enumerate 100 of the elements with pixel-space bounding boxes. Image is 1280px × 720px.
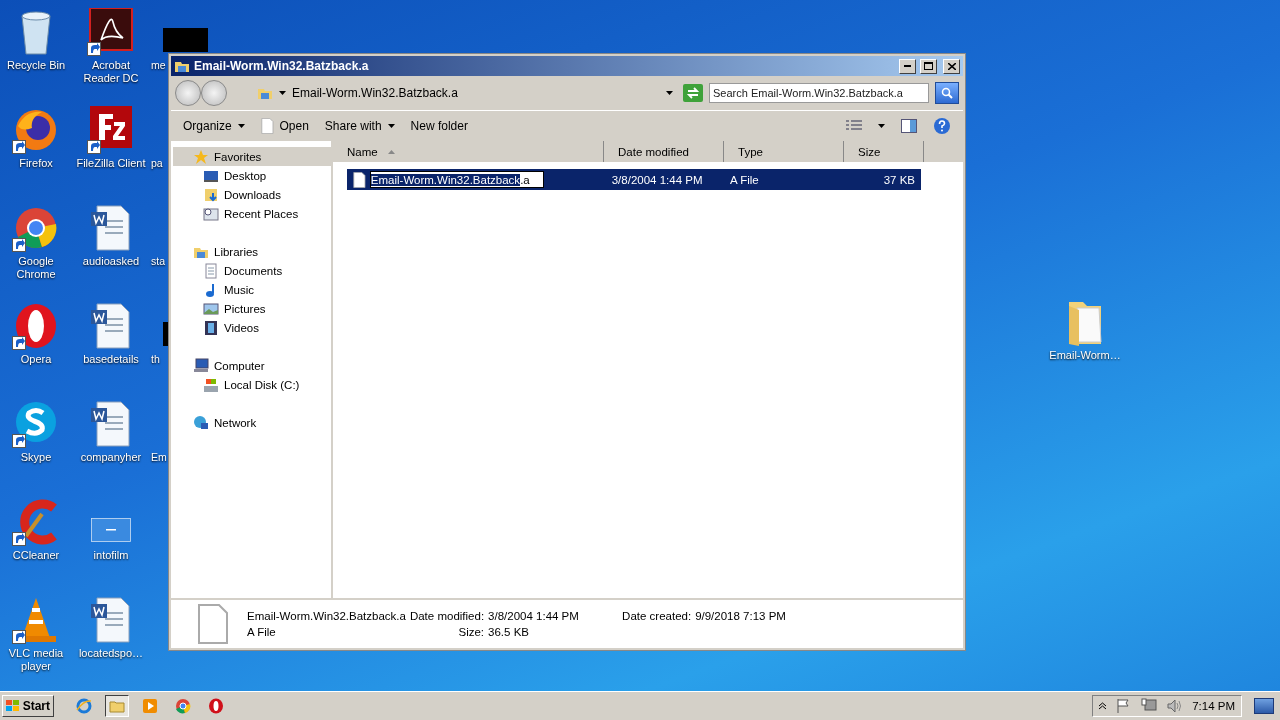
computer-icon bbox=[193, 357, 209, 374]
nav-item[interactable]: Recent Places bbox=[173, 204, 331, 223]
start-button[interactable]: Start bbox=[2, 695, 54, 717]
clock: 7:14 PM bbox=[1192, 700, 1235, 712]
field-label: Size: bbox=[457, 626, 485, 638]
field-value: 9/9/2018 7:13 PM bbox=[695, 610, 786, 622]
nav-item[interactable]: Videos bbox=[173, 318, 331, 337]
icon-label: FileZilla Client bbox=[76, 157, 146, 170]
refresh-icon[interactable] bbox=[683, 84, 703, 102]
file-type: A File bbox=[247, 626, 277, 638]
videos-icon bbox=[203, 319, 219, 336]
close-icon bbox=[947, 62, 956, 70]
toolbar-button[interactable]: New folder bbox=[410, 119, 468, 133]
network-icon[interactable] bbox=[1141, 698, 1157, 714]
windows-logo-icon bbox=[6, 700, 20, 712]
icon-label: companyher bbox=[80, 451, 142, 464]
date-cell-text: 3/8/2004 1:44 PM bbox=[610, 173, 704, 186]
rename-field[interactable]: Email-Worm.Win32.Batzback.a bbox=[369, 171, 544, 188]
explorer-icon bbox=[109, 698, 125, 714]
file-name: Email-Worm.Win32.Batzback.a bbox=[247, 610, 406, 622]
search-icon bbox=[941, 87, 953, 99]
chevron-icon[interactable] bbox=[1099, 702, 1106, 710]
disk-icon bbox=[203, 376, 219, 393]
icon-label: Opera bbox=[20, 353, 52, 366]
search-field[interactable]: Search Email-Worm.Win32.Batzback.a bbox=[709, 83, 929, 103]
column-header[interactable]: Size bbox=[844, 141, 924, 162]
nav-item[interactable]: Favorites bbox=[173, 147, 331, 166]
network-icon bbox=[193, 414, 209, 431]
documents-icon bbox=[203, 262, 219, 279]
icon-label: Recycle Bin bbox=[6, 59, 66, 72]
field-value: 3/8/2004 1:44 PM bbox=[488, 610, 580, 622]
caret-icon bbox=[279, 91, 286, 95]
caret-icon bbox=[878, 124, 885, 128]
icon-label: me bbox=[151, 59, 166, 72]
icon-label: Email-Worm… bbox=[1049, 349, 1121, 362]
speaker-icon[interactable] bbox=[1166, 698, 1183, 714]
minimize-button[interactable] bbox=[899, 58, 916, 74]
maximize-button[interactable] bbox=[920, 58, 937, 74]
field-value: 36.5 KB bbox=[488, 626, 530, 638]
ie-icon bbox=[76, 698, 92, 714]
icon-label: Acrobat Reader DC bbox=[82, 59, 140, 85]
icon-label: CCleaner bbox=[12, 549, 60, 562]
help-icon[interactable] bbox=[933, 117, 951, 135]
caret-icon bbox=[237, 124, 245, 128]
file-icon bbox=[353, 171, 366, 188]
nav-item[interactable]: Desktop bbox=[173, 166, 331, 185]
back-button[interactable] bbox=[175, 80, 201, 106]
icon-label: locatedspo… bbox=[78, 647, 144, 660]
icon-label: VLC media player bbox=[7, 647, 65, 673]
nav-item[interactable]: Libraries bbox=[173, 242, 331, 261]
chrome-icon bbox=[175, 698, 191, 714]
icon-label: Skype bbox=[20, 451, 52, 464]
icon-label: Firefox bbox=[19, 157, 53, 170]
nav-item[interactable]: Documents bbox=[173, 261, 331, 280]
maximize-icon bbox=[924, 62, 933, 70]
toolbar-button[interactable]: Open bbox=[260, 118, 309, 134]
field-label: Date created: bbox=[622, 610, 692, 622]
nav-item[interactable]: Pictures bbox=[173, 299, 331, 318]
view-icon[interactable] bbox=[846, 120, 862, 132]
opera-icon bbox=[208, 698, 224, 714]
icon-label: th bbox=[151, 353, 160, 366]
icon-label: intofilm bbox=[93, 549, 129, 562]
icon-label: audioasked bbox=[82, 255, 140, 268]
search-button[interactable] bbox=[935, 82, 959, 104]
toolbar-button[interactable]: Share with bbox=[324, 119, 395, 133]
thumbnail-icon bbox=[163, 28, 208, 52]
forward-button[interactable] bbox=[201, 80, 227, 106]
toolbar-button[interactable]: Organize bbox=[183, 119, 245, 133]
icon-label: pa bbox=[151, 157, 163, 170]
window-title: Email-Worm.Win32.Batzback.a bbox=[194, 59, 370, 73]
preview-pane-icon[interactable] bbox=[901, 119, 917, 133]
column-header[interactable]: Type bbox=[724, 141, 844, 162]
minimize-icon bbox=[904, 65, 911, 67]
type-cell-text: A File bbox=[728, 173, 760, 186]
caret-icon bbox=[666, 91, 673, 95]
downloads-icon bbox=[203, 186, 219, 203]
nav-item[interactable]: Network bbox=[173, 413, 331, 432]
file-row[interactable]: Email-Worm.Win32.Batzback.a 3/8/2004 1:44 PM A File 37 KB bbox=[347, 169, 921, 190]
column-header[interactable]: Date modified bbox=[604, 141, 724, 162]
field-label: Date modified: bbox=[409, 610, 485, 622]
nav-item[interactable]: Music bbox=[173, 280, 331, 299]
column-header[interactable]: Name bbox=[333, 141, 604, 162]
star-icon bbox=[193, 148, 209, 165]
nav-item[interactable]: Downloads bbox=[173, 185, 331, 204]
media-icon bbox=[142, 698, 158, 714]
caret-icon bbox=[387, 124, 395, 128]
icon-label: Em bbox=[151, 451, 167, 464]
nav-item[interactable]: Computer bbox=[173, 356, 331, 375]
icon-label: Google Chrome bbox=[15, 255, 57, 281]
icon-label: sta bbox=[151, 255, 165, 268]
nav-item[interactable]: Local Disk (C:) bbox=[173, 375, 331, 394]
flag-icon[interactable] bbox=[1115, 698, 1132, 714]
recent-icon bbox=[203, 205, 219, 222]
taskbar-button[interactable] bbox=[105, 695, 129, 717]
icon-label: basedetails bbox=[83, 353, 139, 366]
close-button[interactable] bbox=[943, 58, 960, 74]
pictures-icon bbox=[203, 300, 219, 317]
file-icon bbox=[197, 604, 229, 644]
size-cell-text: 37 KB bbox=[882, 173, 916, 186]
show-desktop-button[interactable] bbox=[1254, 698, 1274, 714]
